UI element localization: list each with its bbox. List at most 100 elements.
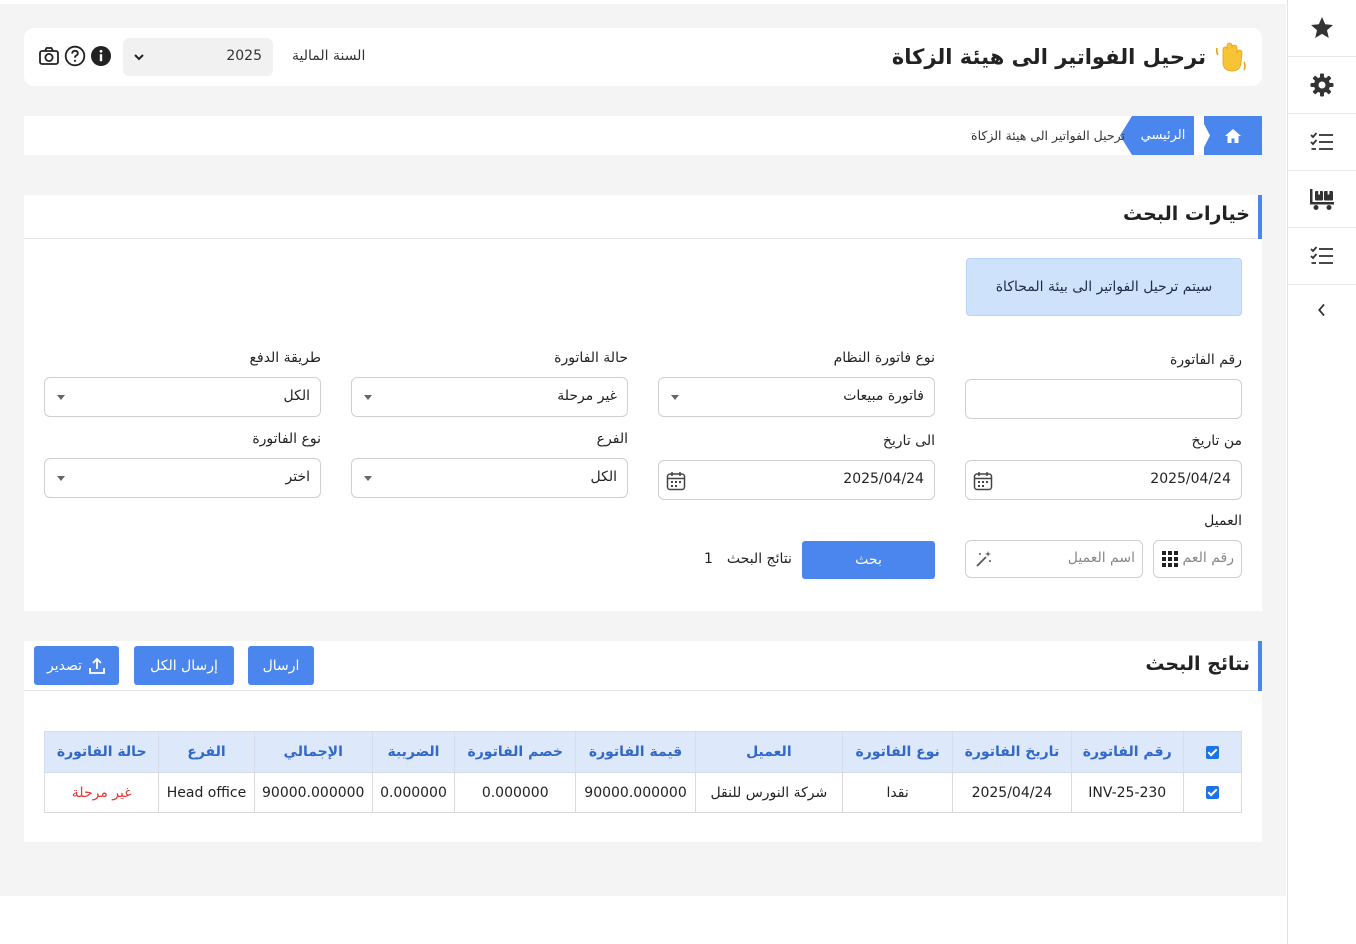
gear-icon (1310, 73, 1334, 97)
page-header: ترحيل الفواتير الى هيئة الزكاة (892, 40, 1248, 74)
column-header: تاريخ الفاتورة (952, 731, 1072, 773)
payment-method-value: الكل (283, 388, 311, 404)
results-panel-header: نتائج البحث ارسال إرسال الكل تصدير (24, 641, 1262, 691)
cell-tax: 0.000000 (371, 772, 456, 813)
send-all-button[interactable]: إرسال الكل (134, 646, 234, 685)
to-date-input[interactable]: 2025/04/24 (658, 460, 935, 500)
from-date-value: 2025/04/24 (1150, 471, 1231, 487)
table-row[interactable]: INV-25-230 2025/04/24 نقدا شركة النورس ل… (43, 772, 1243, 813)
results-panel-title: نتائج البحث (1145, 653, 1250, 675)
branch-value: الكل (590, 469, 618, 485)
branch-select[interactable]: الكل (351, 458, 628, 498)
waving-hand-icon (1215, 42, 1246, 72)
results-count-value: 1 (704, 551, 713, 567)
system-invoice-type-label: نوع فاتورة النظام (833, 350, 935, 366)
row-checkbox[interactable] (1205, 786, 1219, 799)
cell-invoice-date: 2025/04/24 (952, 772, 1072, 813)
chevron-down-icon (134, 54, 144, 61)
rail-settings[interactable] (1288, 57, 1356, 114)
rail-collapse[interactable] (1288, 285, 1356, 335)
simulation-notice: سيتم ترحيل الفواتير الى بيئة المحاكاة (966, 258, 1242, 316)
to-date-value: 2025/04/24 (843, 471, 924, 487)
to-date-label: الى تاريخ (882, 433, 935, 449)
checklist-icon (1310, 132, 1333, 150)
upload-icon (89, 657, 105, 674)
invoice-number-input[interactable] (965, 379, 1242, 419)
camera-icon[interactable] (38, 45, 60, 67)
column-header: الإجمالي (253, 731, 373, 773)
results-count: 1 نتائج البحث (704, 551, 792, 567)
caret-down-icon (57, 395, 65, 400)
select-all-checkbox-cell[interactable] (1182, 731, 1243, 773)
invoice-kind-label: نوع الفاتورة (252, 431, 321, 447)
top-icons (38, 45, 112, 67)
from-date-input[interactable]: 2025/04/24 (965, 460, 1242, 500)
search-options-panel: خيارات البحث سيتم ترحيل الفواتير الى بيئ… (24, 195, 1262, 611)
column-header: العميل (694, 731, 844, 773)
fiscal-year-value: 2025 (226, 48, 262, 64)
home-icon (1225, 128, 1241, 143)
results-table: رقم الفاتورة تاريخ الفاتورة نوع الفاتورة… (43, 731, 1243, 813)
column-header: حالة الفاتورة (43, 731, 160, 773)
payment-method-select[interactable]: الكل (44, 377, 321, 417)
results-count-label: نتائج البحث (726, 551, 792, 567)
invoice-status-select[interactable]: غير مرحلة (351, 377, 628, 417)
cell-invoice-number: INV-25-230 (1070, 772, 1184, 813)
search-panel-title: خيارات البحث (1123, 203, 1250, 225)
column-header: نوع الفاتورة (842, 731, 954, 773)
invoice-kind-select[interactable]: اختر (44, 458, 321, 498)
calendar-icon[interactable] (665, 470, 687, 492)
search-button[interactable]: بحث (802, 541, 935, 579)
branch-label: الفرع (596, 431, 628, 447)
system-invoice-type-value: فاتورة مبيعات (843, 388, 924, 404)
table-header-row: رقم الفاتورة تاريخ الفاتورة نوع الفاتورة… (43, 731, 1243, 773)
fiscal-year-label: السنة المالية (292, 48, 366, 64)
customer-number-placeholder: رقم العم (1182, 550, 1234, 566)
customer-number-input[interactable]: رقم العم (1153, 540, 1242, 578)
panel-accent-bar (1258, 195, 1262, 239)
chevron-left-icon (1318, 303, 1325, 317)
caret-down-icon (364, 476, 372, 481)
cell-total: 90000.000000 (253, 772, 373, 813)
info-icon[interactable] (90, 45, 112, 67)
send-button[interactable]: ارسال (248, 646, 314, 685)
rail-favorites[interactable] (1288, 0, 1356, 57)
breadcrumb-separator (1194, 116, 1210, 155)
breadcrumb-home[interactable] (1204, 116, 1262, 155)
truck-icon (1310, 189, 1334, 210)
help-icon[interactable] (64, 45, 86, 67)
cell-invoice-value: 90000.000000 (575, 772, 696, 813)
top-bar: ترحيل الفواتير الى هيئة الزكاة السنة الم… (24, 28, 1262, 86)
breadcrumb-main-link[interactable]: الرئيسي (1132, 116, 1194, 155)
search-panel-header: خيارات البحث (24, 195, 1262, 239)
calendar-icon[interactable] (972, 470, 994, 492)
row-checkbox-cell[interactable] (1182, 772, 1243, 813)
side-rail (1287, 0, 1356, 944)
system-invoice-type-select[interactable]: فاتورة مبيعات (658, 377, 935, 417)
cell-invoice-status: غير مرحلة (43, 772, 160, 813)
export-button[interactable]: تصدير (34, 646, 119, 685)
star-icon (1311, 17, 1333, 38)
customer-name-input[interactable]: اسم العميل (965, 540, 1143, 578)
rail-tasks-2[interactable] (1288, 228, 1356, 285)
from-date-label: من تاريخ (1191, 433, 1242, 449)
column-header: الضريبة (371, 731, 456, 773)
results-panel: نتائج البحث ارسال إرسال الكل تصدير رقم ا… (24, 641, 1262, 842)
page-title: ترحيل الفواتير الى هيئة الزكاة (891, 45, 1206, 69)
cell-invoice-type: نقدا (842, 772, 954, 813)
payment-method-label: طريقة الدفع (249, 350, 321, 366)
checklist-icon (1310, 246, 1333, 264)
select-all-checkbox[interactable] (1205, 745, 1219, 759)
invoice-status-label: حالة الفاتورة (554, 350, 628, 366)
cell-invoice-discount: 0.000000 (454, 772, 577, 813)
breadcrumb-current: ترحيل الفواتير الى هيئة الزكاة (971, 128, 1125, 143)
magic-wand-icon[interactable] (975, 550, 993, 568)
fiscal-year-select[interactable]: 2025 (123, 38, 273, 76)
column-header: الفرع (158, 731, 255, 773)
grid-lookup-icon[interactable] (1161, 550, 1179, 568)
caret-down-icon (57, 476, 65, 481)
rail-delivery[interactable] (1288, 171, 1356, 228)
caret-down-icon (364, 395, 372, 400)
rail-tasks[interactable] (1288, 114, 1356, 171)
invoice-status-value: غير مرحلة (557, 388, 617, 404)
